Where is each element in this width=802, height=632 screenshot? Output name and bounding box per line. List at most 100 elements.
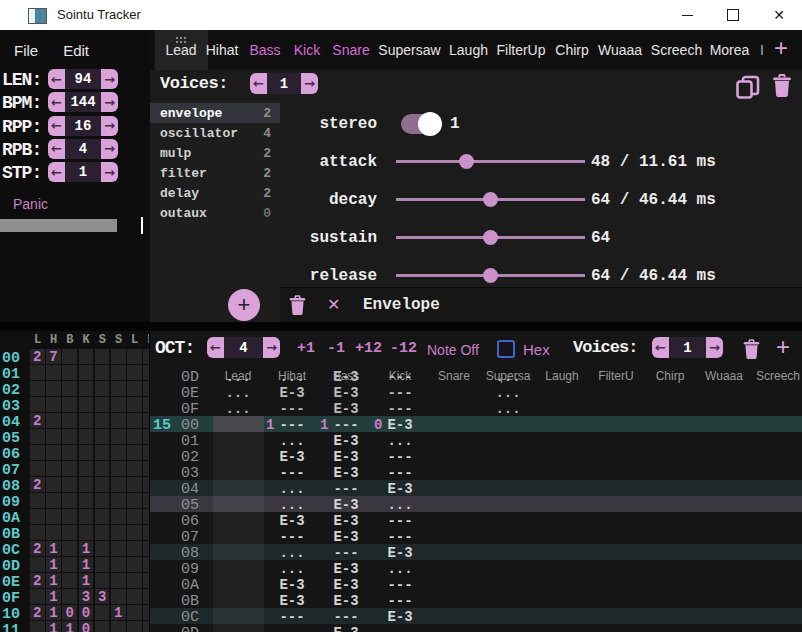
order-cell[interactable] <box>79 349 94 364</box>
order-cell[interactable] <box>46 461 61 476</box>
order-cell[interactable] <box>62 349 77 364</box>
note-cell[interactable]: E-3 <box>319 465 373 481</box>
note-cell[interactable]: ... <box>265 369 319 385</box>
order-cell[interactable] <box>95 541 110 556</box>
stepper-value[interactable]: 1 <box>267 73 301 94</box>
order-cell[interactable] <box>127 445 142 460</box>
order-cell[interactable] <box>95 461 110 476</box>
note-cell[interactable]: E-3 <box>319 561 373 577</box>
title-bar[interactable]: Sointu Tracker ✕ <box>0 0 802 30</box>
note-cell[interactable]: ... <box>265 561 319 577</box>
order-cell[interactable] <box>62 381 77 396</box>
order-cell[interactable] <box>46 429 61 444</box>
decrement-arrow[interactable]: ← <box>48 69 65 89</box>
order-cell[interactable] <box>95 621 110 632</box>
note-cell[interactable]: E-3 <box>319 449 373 465</box>
order-cell[interactable]: 1 <box>46 621 61 632</box>
note-cell[interactable]: E-3 <box>265 385 319 401</box>
order-cell[interactable] <box>143 493 149 508</box>
order-cell[interactable] <box>79 461 94 476</box>
note-cell[interactable]: ... <box>265 433 319 449</box>
note-cell[interactable]: --- <box>373 465 427 481</box>
maximize-button[interactable] <box>710 0 756 30</box>
note-cell[interactable]: --- <box>265 529 319 545</box>
order-cell[interactable] <box>127 429 142 444</box>
add-unit-button[interactable]: + <box>228 289 260 321</box>
order-cell[interactable] <box>127 397 142 412</box>
note-off-button[interactable]: Note Off <box>427 342 479 358</box>
order-cell[interactable] <box>143 621 149 632</box>
order-cell[interactable] <box>30 509 45 524</box>
note-cell[interactable]: E-3 <box>265 577 319 593</box>
order-cell[interactable] <box>127 525 142 540</box>
order-cell[interactable]: 3 <box>95 589 110 604</box>
order-cell[interactable] <box>111 509 126 524</box>
order-cell[interactable] <box>143 349 149 364</box>
slider-handle[interactable] <box>483 268 498 283</box>
stepper-value[interactable]: 144 <box>65 92 101 112</box>
order-cell[interactable] <box>62 413 77 428</box>
copy-instrument-button[interactable] <box>735 75 761 100</box>
delete-unit-button[interactable] <box>288 295 307 316</box>
stereo-toggle[interactable] <box>401 114 438 134</box>
order-cell[interactable]: 2 <box>30 477 45 492</box>
order-cell[interactable] <box>95 605 110 620</box>
order-cell[interactable] <box>95 557 110 572</box>
order-cell[interactable] <box>62 397 77 412</box>
note-cell[interactable]: ... <box>211 401 265 417</box>
order-cell[interactable] <box>111 445 126 460</box>
decrement-arrow[interactable]: ← <box>652 337 669 358</box>
decrement-arrow[interactable]: ← <box>48 92 65 112</box>
tab-hihat[interactable]: Hihat <box>206 30 239 70</box>
note-cell[interactable]: E-3 <box>265 593 319 609</box>
order-cell[interactable] <box>62 429 77 444</box>
tab-bass[interactable]: Bass <box>249 30 280 70</box>
order-cell[interactable] <box>95 509 110 524</box>
order-cell[interactable] <box>111 477 126 492</box>
order-cell[interactable] <box>111 397 126 412</box>
note-cell[interactable]: ... <box>211 385 265 401</box>
tab-lead[interactable]: Lead <box>165 30 196 70</box>
order-cell[interactable]: 0 <box>62 605 77 620</box>
order-cell[interactable] <box>62 509 77 524</box>
order-cell[interactable] <box>95 573 110 588</box>
order-cell[interactable] <box>95 381 110 396</box>
stepper-value[interactable]: 94 <box>65 69 101 89</box>
order-cell[interactable]: 1 <box>46 541 61 556</box>
order-cell[interactable] <box>62 365 77 380</box>
note-cell[interactable]: ... <box>481 369 535 385</box>
note-cell[interactable]: --- <box>265 401 319 417</box>
order-cell[interactable] <box>30 445 45 460</box>
order-cell[interactable] <box>111 381 126 396</box>
unit-row-envelope[interactable]: envelope2 <box>150 103 280 123</box>
order-cell[interactable] <box>143 573 149 588</box>
param-slider[interactable] <box>396 160 585 163</box>
order-cell[interactable]: 1 <box>46 557 61 572</box>
order-cell[interactable] <box>62 445 77 460</box>
order-cell[interactable] <box>62 573 77 588</box>
note-cell[interactable]: ... <box>373 561 427 577</box>
order-cell[interactable] <box>46 397 61 412</box>
order-cell[interactable] <box>30 429 45 444</box>
tab-supersaw[interactable]: Supersaw <box>378 30 440 70</box>
note-cell[interactable]: ... <box>211 369 265 385</box>
order-cell[interactable] <box>79 525 94 540</box>
order-cell[interactable] <box>79 509 94 524</box>
order-cell[interactable] <box>143 477 149 492</box>
param-slider[interactable] <box>396 274 585 277</box>
order-cell[interactable] <box>30 381 45 396</box>
order-cell[interactable] <box>127 541 142 556</box>
increment-arrow[interactable]: → <box>301 73 318 94</box>
note-cursor-cell[interactable] <box>213 416 264 432</box>
increment-arrow[interactable]: → <box>101 92 118 112</box>
order-cell[interactable] <box>143 429 149 444</box>
order-cell[interactable] <box>127 413 142 428</box>
order-cell[interactable]: 2 <box>30 605 45 620</box>
stepper-value[interactable]: 4 <box>65 139 101 159</box>
tab-laugh[interactable]: Laugh <box>449 30 488 70</box>
note-cell[interactable]: ... <box>481 385 535 401</box>
note-cell[interactable]: E-3 <box>373 545 427 561</box>
order-cell[interactable] <box>79 429 94 444</box>
order-cell[interactable] <box>46 509 61 524</box>
order-cell[interactable] <box>111 413 126 428</box>
